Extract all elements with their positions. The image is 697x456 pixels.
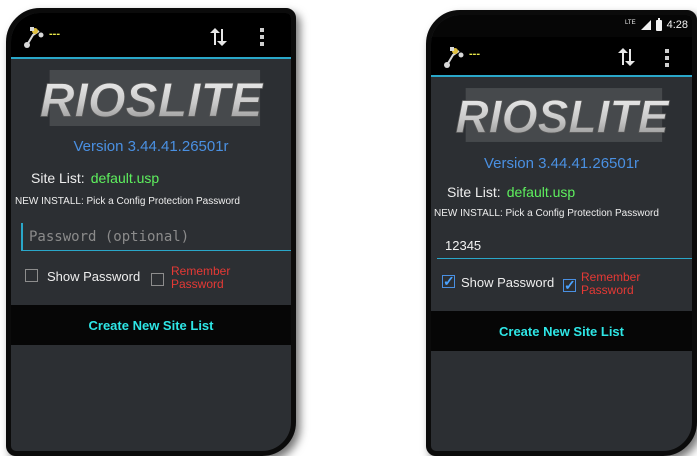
overflow-menu-icon[interactable] xyxy=(259,28,265,46)
remember-label-line2: Password xyxy=(581,283,634,297)
remember-password-label[interactable]: Remember Password xyxy=(171,265,230,291)
create-new-site-list-button[interactable]: Create New Site List xyxy=(431,311,692,351)
status-bar: LTE 4:28 xyxy=(431,15,692,37)
remember-password-checkbox[interactable]: ✓ xyxy=(563,277,576,293)
battery-icon xyxy=(655,17,662,31)
site-list-row: Site List: default.usp xyxy=(31,170,159,186)
checkmark-icon: ✓ xyxy=(443,273,455,289)
version-label: Version 3.44.41.26501r xyxy=(73,138,229,155)
app-status-dashes: --- xyxy=(469,48,480,60)
remember-password-checkbox[interactable]: ✓ xyxy=(151,273,164,286)
site-list-file: default.usp xyxy=(90,170,160,186)
show-password-checkbox[interactable]: ✓ xyxy=(25,269,38,282)
phone-screen-left: --- RIOSLITE Version 3.44.41.26501r Site… xyxy=(6,8,296,456)
app-icon[interactable] xyxy=(441,45,467,69)
site-list-label: Site List: xyxy=(447,184,501,200)
remember-label-line2: Password xyxy=(171,277,224,291)
show-password-label[interactable]: Show Password xyxy=(47,269,140,284)
status-time: 4:28 xyxy=(666,19,688,31)
logo-text: RIOSLITE xyxy=(40,73,264,127)
password-input[interactable] xyxy=(21,223,291,251)
action-bar: --- xyxy=(11,13,291,59)
logo-text: RIOSLITE xyxy=(455,90,669,142)
checkmark-icon: ✓ xyxy=(564,277,576,293)
show-password-label[interactable]: Show Password xyxy=(461,275,554,290)
new-install-instruction: NEW INSTALL: Pick a Config Protection Pa… xyxy=(434,208,659,219)
overflow-menu-icon[interactable] xyxy=(664,49,670,67)
sync-icon[interactable] xyxy=(615,46,637,68)
action-bar: --- xyxy=(431,37,692,77)
site-list-row: Site List: default.usp xyxy=(447,184,575,200)
create-new-site-list-button[interactable]: Create New Site List xyxy=(11,305,291,345)
site-list-file: default.usp xyxy=(506,184,576,200)
app-icon[interactable] xyxy=(21,25,47,49)
app-status-dashes: --- xyxy=(49,28,60,40)
site-list-label: Site List: xyxy=(31,170,85,186)
show-password-checkbox[interactable]: ✓ xyxy=(442,273,455,289)
password-input[interactable] xyxy=(437,233,692,259)
new-install-instruction: NEW INSTALL: Pick a Config Protection Pa… xyxy=(15,196,240,207)
network-type: LTE xyxy=(625,19,636,26)
rioslite-logo: RIOSLITE xyxy=(11,69,291,127)
phone-screen-right: LTE 4:28 --- RIOSLITE Version 3.44.41.26… xyxy=(426,10,697,456)
sync-icon[interactable] xyxy=(207,26,229,48)
rioslite-logo: RIOSLITE xyxy=(431,87,692,143)
remember-password-label[interactable]: Remember Password xyxy=(581,271,640,297)
signal-icon xyxy=(640,20,651,30)
version-label: Version 3.44.41.26501r xyxy=(483,155,640,172)
